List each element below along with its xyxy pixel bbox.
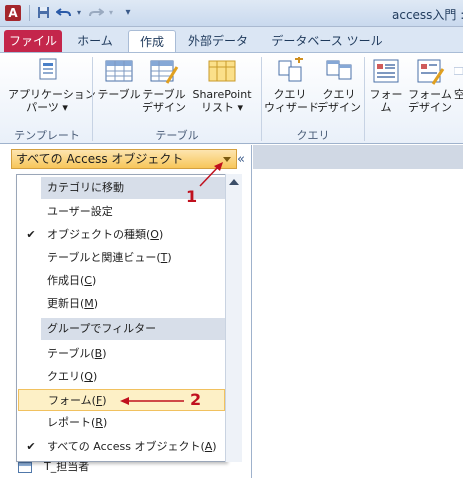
blank-form-button[interactable]: 空 [454,57,463,101]
checkmark-icon: ✔ [26,228,36,241]
menu-section-filter: グループでフィルター [41,318,226,340]
checkmark-icon: ✔ [26,440,36,453]
table-icon [18,461,32,473]
menu-section-category: カテゴリに移動 [41,177,226,199]
menu-item-filter-tables[interactable]: テーブル(B) [18,343,225,365]
group-label-query: クエリ [296,129,330,142]
group-separator [261,57,262,141]
tab-home[interactable]: ホーム [68,30,122,52]
window-title: access入門 : [392,8,463,22]
navigation-options-menu: カテゴリに移動 ユーザー設定 ✔ オブジェクトの種類(O) テーブルと関連ビュー… [16,174,226,462]
quick-access-separator [29,5,30,21]
table-label: テーブル [97,88,141,101]
group-label-template: テンプレート [14,129,80,142]
access-app-icon[interactable]: A [5,5,21,21]
query-design-icon [326,60,352,80]
group-label-table: テーブル [155,129,199,142]
query-wizard-button[interactable]: クエリ ウィザード [264,57,319,114]
main-workspace [253,145,463,478]
table-design-button[interactable]: テーブル デザイン [141,57,187,114]
menu-item-label: ユーザー設定 [47,205,113,218]
form-design-icon [417,59,445,85]
query-design-button[interactable]: クエリ デザイン [316,57,362,114]
tab-create[interactable]: 作成 [128,30,176,52]
navigation-pane-header[interactable]: すべての Access オブジェクト [11,149,237,169]
query-design-label: クエリ デザイン [317,88,361,114]
menu-item-label: テーブルと関連ビュー(T) [47,251,172,264]
undo-dropdown-icon[interactable]: ▾ [72,6,86,20]
query-wizard-label: クエリ ウィザード [264,88,319,114]
menu-item-label: すべての Access オブジェクト(A) [47,440,217,453]
menu-item-filter-reports[interactable]: レポート(R) [18,412,225,434]
tab-database-tools[interactable]: データベース ツール [262,30,392,52]
tab-file[interactable]: ファイル [4,30,62,52]
nav-header-label: すべての Access オブジェクト [16,152,184,166]
title-bar: A ▾ ▾ ▾ access入門 : [0,0,463,27]
menu-item-label: フォーム(F) [48,394,107,407]
table-design-icon [150,60,179,84]
undo-icon[interactable] [55,6,71,20]
menu-item-modified-date[interactable]: 更新日(M) [18,293,225,315]
form-design-button[interactable]: フォーム デザイン [408,57,452,114]
form-button[interactable]: フォーム [366,57,406,114]
application-parts-label: アプリケーション パーツ ▾ [8,88,96,114]
menu-item-label: 作成日(C) [47,274,97,287]
blank-form-label: 空 [454,88,463,101]
menu-item-filter-queries[interactable]: クエリ(Q) [18,366,225,388]
blank-form-icon [454,67,463,75]
ribbon-tab-bar: ファイル ホーム 作成 外部データ データベース ツール [0,27,463,52]
menu-item-label: レポート(R) [47,416,108,429]
table-icon [105,60,133,82]
menu-item-label: オブジェクトの種類(O) [47,228,164,241]
query-wizard-icon [278,57,303,82]
save-icon[interactable] [36,6,50,20]
group-separator [92,57,93,141]
sharepoint-list-icon [208,60,236,82]
menu-item-filter-all-objects[interactable]: ✔ すべての Access オブジェクト(A) [18,436,225,458]
sharepoint-list-button[interactable]: SharePoint リスト ▾ [188,57,256,114]
table-design-label: テーブル デザイン [142,88,186,114]
workspace-header-strip [253,145,463,169]
menu-item-label: クエリ(Q) [47,370,98,383]
application-parts-button[interactable]: アプリケーション パーツ ▾ [8,57,96,114]
group-separator [364,57,365,141]
annotation-label-1: 1 [186,187,198,206]
menu-item-created-date[interactable]: 作成日(C) [18,270,225,292]
redo-dropdown-icon[interactable]: ▾ [104,6,118,20]
sharepoint-list-label: SharePoint リスト ▾ [192,88,252,114]
form-label: フォーム [369,88,403,114]
menu-item-tables-related-views[interactable]: テーブルと関連ビュー(T) [18,247,225,269]
redo-icon[interactable] [88,6,105,20]
tab-external-data[interactable]: 外部データ [180,30,256,52]
form-icon [373,59,399,83]
collapse-pane-button[interactable]: « [233,152,249,168]
customize-quick-access-icon[interactable]: ▾ [121,6,135,20]
annotation-label-2: 2 [190,390,202,409]
table-button[interactable]: テーブル [97,57,141,101]
scroll-up-icon[interactable] [229,179,239,185]
chevron-down-icon[interactable] [220,152,234,166]
ribbon: アプリケーション パーツ ▾ テンプレート テーブル テーブル デザイン Sha… [0,52,463,144]
application-parts-icon [39,58,57,80]
menu-item-label: 更新日(M) [47,297,99,310]
menu-item-object-type[interactable]: ✔ オブジェクトの種類(O) [18,224,225,246]
form-design-label: フォーム デザイン [408,88,452,114]
pane-scrollbar[interactable] [225,174,242,462]
menu-item-label: テーブル(B) [47,347,107,360]
